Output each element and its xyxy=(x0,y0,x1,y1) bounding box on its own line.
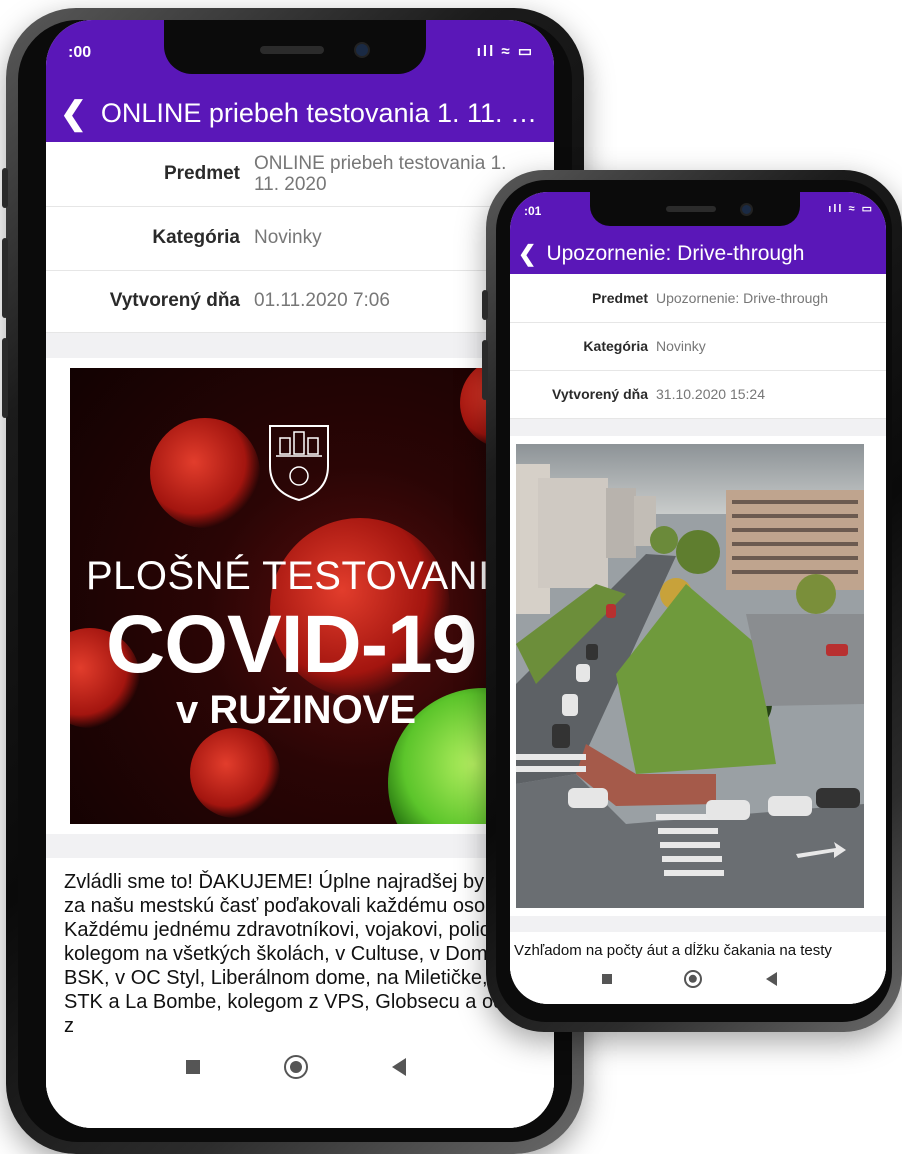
detail-value: Novinky xyxy=(656,338,706,354)
detail-label: Kategória xyxy=(152,227,240,248)
detail-value: 01.11.2020 7:06 xyxy=(254,290,390,311)
image-card xyxy=(510,436,886,916)
virus-illustration xyxy=(190,728,280,818)
chevron-left-icon[interactable]: ❮ xyxy=(60,94,87,132)
detail-label: Predmet xyxy=(163,163,240,184)
front-camera xyxy=(740,203,753,216)
poster-line3: v RUŽINOVE xyxy=(176,688,417,732)
volume-up-button xyxy=(482,340,488,400)
poster-line2: COVID-19 xyxy=(106,599,477,690)
notch xyxy=(164,20,426,74)
status-time: :00 xyxy=(68,44,92,61)
details-card: Predmet ONLINE priebeh testovania 1. 11.… xyxy=(46,142,554,333)
detail-row-subject: Predmet ONLINE priebeh testovania 1. 11.… xyxy=(46,142,554,207)
front-camera xyxy=(354,42,370,58)
detail-label: Predmet xyxy=(591,290,648,306)
detail-label: Vytvorený dňa xyxy=(552,386,648,402)
detail-value: Upozornenie: Drive-through xyxy=(656,290,828,306)
phone-mockup-right: :01 ıll ≈ ▭ ❮ Upozornenie: Drive-through… xyxy=(482,170,902,1032)
details-card: Predmet Upozornenie: Drive-through Kateg… xyxy=(510,274,886,419)
mute-switch xyxy=(2,168,8,208)
status-icons: ıll ≈ ▭ xyxy=(476,43,534,60)
detail-label: Vytvorený dňa xyxy=(109,290,240,311)
android-nav-bar xyxy=(510,958,886,1004)
screen-right: :01 ıll ≈ ▭ ❮ Upozornenie: Drive-through… xyxy=(510,192,886,1004)
street-photo[interactable] xyxy=(516,444,864,908)
detail-row-subject: Predmet Upozornenie: Drive-through xyxy=(510,274,886,323)
detail-row-category: Kategória Novinky xyxy=(46,206,554,271)
detail-value: Novinky xyxy=(254,227,322,248)
detail-row-created: Vytvorený dňa 01.11.2020 7:06 xyxy=(46,270,554,333)
status-icons: ıll ≈ ▭ xyxy=(828,203,874,215)
speaker xyxy=(260,46,324,54)
ruzinov-crest-icon xyxy=(269,425,329,502)
page-title: ONLINE priebeh testovania 1. 11. 2020 xyxy=(100,97,541,128)
chevron-left-icon[interactable]: ❮ xyxy=(518,241,536,267)
article-text-card: Zvládli sme to! ĎAKUJEME! Úplne najradše… xyxy=(46,858,554,1038)
circle-icon[interactable] xyxy=(684,970,702,988)
speaker xyxy=(666,206,716,212)
covid-testing-poster[interactable]: PLOŠNÉ TESTOVANIE COVID-19 v RUŽINOVE xyxy=(70,368,550,824)
street-photo-illustration xyxy=(516,444,864,908)
status-time: :01 xyxy=(524,204,542,218)
article-body: Vzhľadom na počty áut a dĺžku čakania na… xyxy=(514,942,832,959)
circle-icon[interactable] xyxy=(284,1055,308,1079)
volume-up-button xyxy=(2,238,8,318)
volume-down-button xyxy=(2,338,8,418)
title-bar: ❮ ONLINE priebeh testovania 1. 11. 2020 xyxy=(46,88,554,138)
title-bar: ❮ Upozornenie: Drive-through xyxy=(510,236,886,272)
notch xyxy=(590,192,800,226)
article-body: Zvládli sme to! ĎAKUJEME! Úplne najradše… xyxy=(64,871,548,1037)
detail-label: Kategória xyxy=(583,338,648,354)
poster-line1: PLOŠNÉ TESTOVANIE xyxy=(86,554,517,598)
mute-switch xyxy=(482,290,488,320)
square-icon[interactable] xyxy=(602,974,612,984)
virus-illustration xyxy=(150,418,260,528)
image-card: PLOŠNÉ TESTOVANIE COVID-19 v RUŽINOVE xyxy=(46,358,554,834)
detail-row-created: Vytvorený dňa 31.10.2020 15:24 xyxy=(510,370,886,419)
page-title: Upozornenie: Drive-through xyxy=(546,242,805,265)
triangle-back-icon[interactable] xyxy=(766,972,777,986)
square-icon[interactable] xyxy=(186,1060,200,1074)
detail-row-category: Kategória Novinky xyxy=(510,322,886,371)
screen-left: :00 ıll ≈ ▭ ❮ ONLINE priebeh testovania … xyxy=(46,20,554,1128)
detail-value: ONLINE priebeh testovania 1. 11. 2020 xyxy=(254,153,507,195)
detail-value: 31.10.2020 15:24 xyxy=(656,386,765,402)
android-nav-bar xyxy=(46,1036,554,1128)
triangle-back-icon[interactable] xyxy=(392,1058,406,1076)
